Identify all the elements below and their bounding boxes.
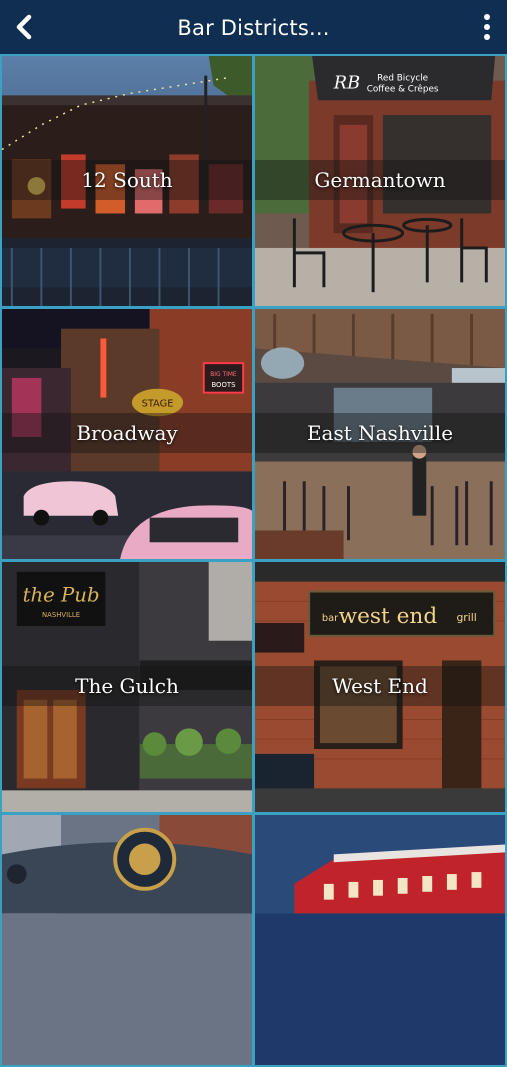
district-tile-broadway[interactable]: STAGE BIG TIME BOOTS Broadway [0, 307, 254, 561]
svg-text:BIG TIME: BIG TIME [210, 372, 237, 378]
district-label: 12 South [81, 168, 173, 192]
district-tile[interactable] [253, 813, 507, 1067]
district-label: East Nashville [306, 421, 454, 445]
district-tile-east-nashville[interactable]: East Nashville [253, 307, 507, 561]
svg-text:bar: bar [322, 613, 339, 624]
vertical-ellipsis-icon[interactable] [481, 13, 493, 41]
svg-text:NASHVILLE: NASHVILLE [42, 611, 80, 619]
svg-text:the Pub: the Pub [23, 583, 100, 606]
district-label: West End [332, 674, 428, 698]
district-tile[interactable] [0, 813, 254, 1067]
svg-text:west end: west end [339, 604, 438, 629]
svg-text:Red Bicycle: Red Bicycle [377, 74, 428, 84]
svg-text:Coffee & Crêpes: Coffee & Crêpes [367, 83, 439, 94]
district-tile-west-end[interactable]: bar west end grill West End [253, 560, 507, 814]
district-grid: 12 South Red Bicycle Coffee & Crêpes RB … [0, 54, 507, 1067]
district-tile-germantown[interactable]: Red Bicycle Coffee & Crêpes RB Germantow… [253, 54, 507, 308]
district-label: Germantown [314, 168, 446, 192]
district-photo [255, 815, 505, 1065]
svg-text:grill: grill [456, 611, 476, 624]
district-tile-12-south[interactable]: 12 South [0, 54, 254, 308]
svg-text:RB: RB [333, 73, 360, 93]
district-label: The Gulch [75, 674, 179, 698]
page-title: Bar Districts... [177, 16, 330, 40]
district-tile-the-gulch[interactable]: the Pub NASHVILLE The Gulch [0, 560, 254, 814]
district-label: Broadway [76, 421, 178, 445]
district-photo [2, 815, 252, 1065]
svg-text:BOOTS: BOOTS [211, 381, 235, 389]
app-header: Bar Districts... [0, 0, 507, 54]
svg-text:STAGE: STAGE [142, 398, 174, 409]
